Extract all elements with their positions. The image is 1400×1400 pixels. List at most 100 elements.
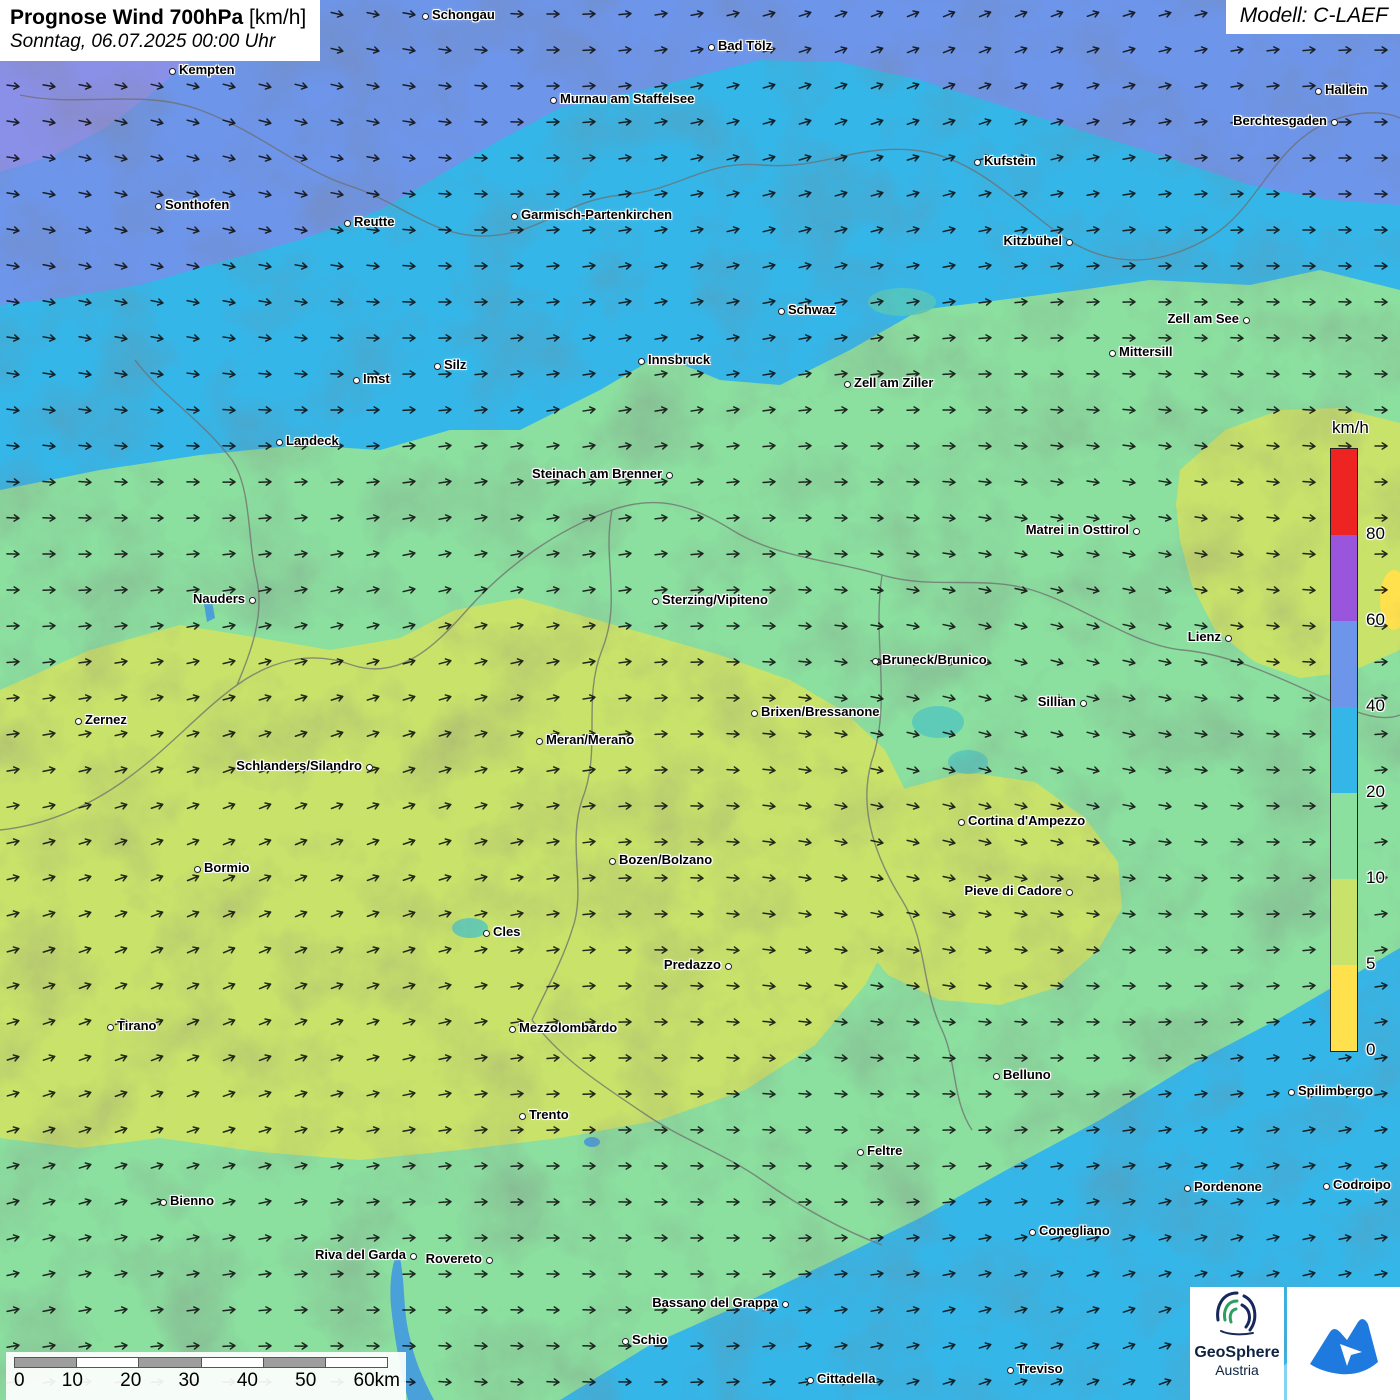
city-label: Bozen/Bolzano bbox=[619, 852, 712, 867]
legend-colorbar bbox=[1330, 448, 1358, 1052]
scalebar-segment bbox=[264, 1358, 326, 1367]
legend-tick-label: 40 bbox=[1366, 696, 1385, 716]
city-label: Berchtesgaden bbox=[1233, 113, 1327, 128]
city-label: Zernez bbox=[85, 712, 127, 727]
city-label: Kufstein bbox=[984, 153, 1036, 168]
city-marker bbox=[75, 718, 82, 725]
city-marker bbox=[958, 819, 965, 826]
city-label: Pieve di Cadore bbox=[964, 883, 1062, 898]
city-label: Bad Tölz bbox=[718, 38, 772, 53]
scalebar-label: 50 bbox=[295, 1370, 316, 1392]
city-label: Landeck bbox=[286, 433, 339, 448]
city-marker bbox=[1225, 635, 1232, 642]
model-panel: Modell: C-LAEF bbox=[1226, 0, 1400, 34]
scalebar-label: 10 bbox=[62, 1370, 83, 1392]
city-marker bbox=[609, 858, 616, 865]
city-marker bbox=[410, 1253, 417, 1260]
city-marker bbox=[993, 1073, 1000, 1080]
city-label: Garmisch-Partenkirchen bbox=[521, 207, 672, 222]
city-label: Cles bbox=[493, 924, 520, 939]
city-marker bbox=[1315, 88, 1322, 95]
city-label: Steinach am Brenner bbox=[532, 466, 662, 481]
city-marker bbox=[550, 97, 557, 104]
city-label: Sillian bbox=[1038, 694, 1076, 709]
city-marker bbox=[422, 13, 429, 20]
city-label: Nauders bbox=[193, 591, 245, 606]
scalebar-label: 60km bbox=[354, 1370, 400, 1392]
city-marker bbox=[1133, 528, 1140, 535]
city-label: Predazzo bbox=[664, 957, 721, 972]
city-label: Schlanders/Silandro bbox=[236, 758, 362, 773]
title-panel: Prognose Wind 700hPa [km/h] Sonntag, 06.… bbox=[0, 0, 320, 61]
city-label: Bienno bbox=[170, 1193, 214, 1208]
city-label: Codroipo bbox=[1333, 1177, 1391, 1192]
scalebar-label: 30 bbox=[178, 1370, 199, 1392]
city-marker bbox=[276, 439, 283, 446]
scalebar-bar bbox=[14, 1357, 388, 1368]
legend-tick-label: 5 bbox=[1366, 954, 1375, 974]
city-marker bbox=[1184, 1185, 1191, 1192]
mountain-arrow-icon bbox=[1300, 1300, 1388, 1388]
scalebar-segment bbox=[15, 1358, 77, 1367]
city-layer: SchongauBad TölzKemptenMurnau am Staffel… bbox=[0, 0, 1400, 1400]
city-label: Feltre bbox=[867, 1143, 902, 1158]
city-label: Pordenone bbox=[1194, 1179, 1262, 1194]
city-label: Kitzbühel bbox=[1004, 233, 1063, 248]
city-label: Cittadella bbox=[817, 1371, 876, 1386]
wind-forecast-map: SchongauBad TölzKemptenMurnau am Staffel… bbox=[0, 0, 1400, 1400]
city-marker bbox=[249, 597, 256, 604]
scalebar-segment bbox=[77, 1358, 139, 1367]
city-label: Spilimbergo bbox=[1298, 1083, 1373, 1098]
legend-tick-label: 0 bbox=[1366, 1040, 1375, 1060]
city-label: Silz bbox=[444, 357, 466, 372]
legend-segment bbox=[1331, 793, 1357, 879]
city-label: Cortina d'Ampezzo bbox=[968, 813, 1085, 828]
scalebar-segment bbox=[202, 1358, 264, 1367]
legend-tick-label: 80 bbox=[1366, 524, 1385, 544]
city-label: Mittersill bbox=[1119, 344, 1172, 359]
legend-segment bbox=[1331, 707, 1357, 793]
city-label: Sonthofen bbox=[165, 197, 229, 212]
legend-segment bbox=[1331, 535, 1357, 621]
city-marker bbox=[169, 68, 176, 75]
legend-segment bbox=[1331, 449, 1357, 535]
city-marker bbox=[778, 308, 785, 315]
city-label: Schio bbox=[632, 1332, 667, 1347]
city-marker bbox=[344, 220, 351, 227]
map-title-unit: [km/h] bbox=[249, 6, 306, 29]
city-label: Matrei in Osttirol bbox=[1026, 522, 1129, 537]
city-marker bbox=[155, 203, 162, 210]
scalebar: 0102030405060km bbox=[6, 1352, 406, 1400]
geosphere-logo: GeoSphere Austria bbox=[1190, 1287, 1284, 1400]
city-marker bbox=[751, 710, 758, 717]
legend-tick-label: 60 bbox=[1366, 610, 1385, 630]
city-marker bbox=[807, 1377, 814, 1384]
city-marker bbox=[1323, 1183, 1330, 1190]
city-marker bbox=[434, 363, 441, 370]
legend: km/h 806040201050 bbox=[1328, 418, 1400, 1068]
city-marker bbox=[1066, 239, 1073, 246]
scalebar-label: 40 bbox=[237, 1370, 258, 1392]
legend-tick-label: 20 bbox=[1366, 782, 1385, 802]
city-label: Murnau am Staffelsee bbox=[560, 91, 694, 106]
city-marker bbox=[622, 1338, 629, 1345]
city-marker bbox=[782, 1301, 789, 1308]
city-marker bbox=[857, 1149, 864, 1156]
city-label: Trento bbox=[529, 1107, 569, 1122]
city-label: Bruneck/Brunico bbox=[882, 652, 987, 667]
city-marker bbox=[1066, 889, 1073, 896]
city-marker bbox=[1331, 119, 1338, 126]
map-subtitle: Sonntag, 06.07.2025 00:00 Uhr bbox=[10, 30, 306, 54]
scalebar-segment bbox=[326, 1358, 387, 1367]
geosphere-swirl-icon bbox=[1209, 1287, 1265, 1339]
city-marker bbox=[107, 1024, 114, 1031]
legend-segment bbox=[1331, 965, 1357, 1051]
city-label: Bassano del Grappa bbox=[652, 1295, 778, 1310]
city-label: Belluno bbox=[1003, 1067, 1051, 1082]
city-marker bbox=[872, 658, 879, 665]
scalebar-label: 0 bbox=[14, 1370, 25, 1392]
city-marker bbox=[1029, 1229, 1036, 1236]
city-marker bbox=[1007, 1367, 1014, 1374]
city-marker bbox=[509, 1026, 516, 1033]
city-label: Reutte bbox=[354, 214, 394, 229]
